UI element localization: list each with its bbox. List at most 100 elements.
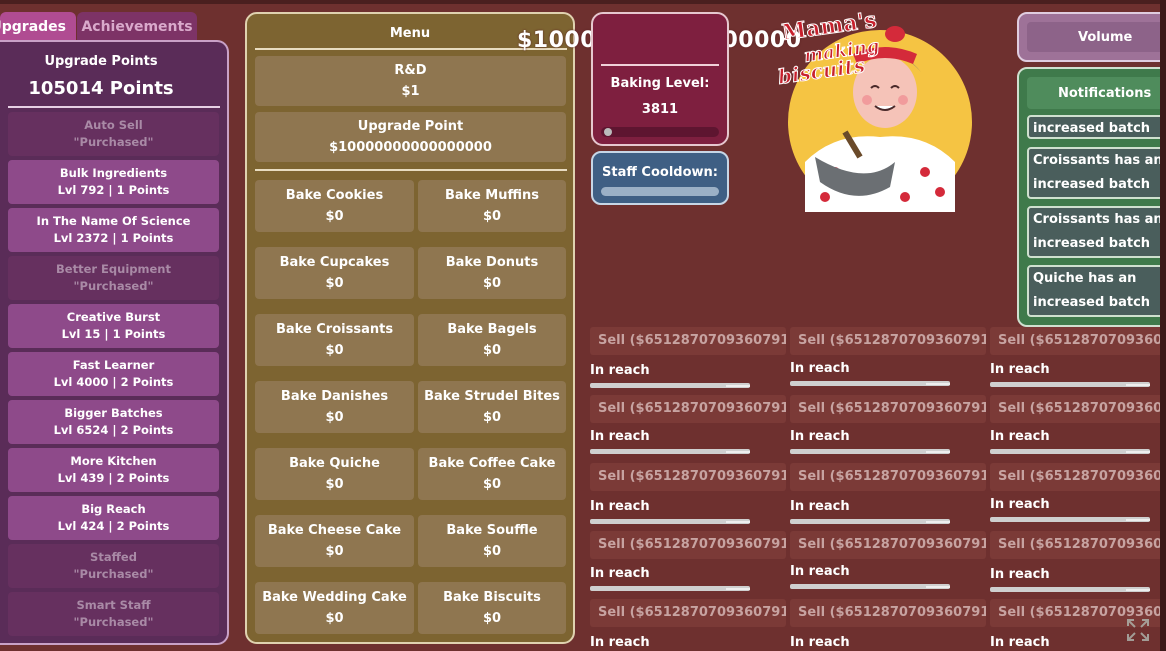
- staff-cooldown-bar: [601, 187, 719, 196]
- tab-achievements[interactable]: Achievements: [77, 12, 197, 42]
- upgrade-card: Staffed "Purchased": [8, 544, 219, 588]
- upgrade-name: Staffed: [90, 550, 137, 564]
- upgrade-name: Big Reach: [81, 502, 146, 516]
- upgrade-points-title: Upgrade Points: [44, 54, 158, 69]
- reach-progress-marker: [726, 451, 750, 453]
- baking-level-value: 3811: [641, 102, 679, 117]
- notification-line1: Croissants has an: [1033, 212, 1163, 227]
- bake-label: Bake Wedding Cake: [262, 590, 407, 605]
- bake-button[interactable]: Bake Souffle $0: [418, 515, 566, 567]
- bake-button[interactable]: Bake Bagels $0: [418, 314, 566, 366]
- sell-button[interactable]: Sell ($65128707093607917): [790, 395, 986, 423]
- in-reach-status: In reach: [790, 499, 850, 514]
- sell-button[interactable]: Sell ($65128707093607917): [990, 327, 1166, 355]
- in-reach-status: In reach: [990, 567, 1050, 582]
- bake-label: Bake Bagels: [447, 322, 537, 337]
- sell-button[interactable]: Sell ($65128707093607917): [790, 327, 986, 355]
- bake-label: Bake Muffins: [444, 188, 539, 203]
- bake-button[interactable]: Bake Quiche $0: [255, 448, 414, 500]
- upgrade-card[interactable]: Fast Learner Lvl 4000 | 2 Points: [8, 352, 219, 396]
- upgrade-detail: Lvl 2372 | 1 Points: [53, 231, 174, 245]
- reach-progress-bar: [590, 519, 750, 525]
- bake-price: $0: [325, 544, 344, 559]
- rd-label: R&D: [394, 63, 427, 78]
- bake-label: Bake Coffee Cake: [428, 456, 556, 471]
- upgrade-divider: [8, 106, 220, 108]
- bake-button[interactable]: Bake Croissants $0: [255, 314, 414, 366]
- bake-button[interactable]: Bake Muffins $0: [418, 180, 566, 232]
- sell-button[interactable]: Sell ($65128707093607917): [590, 327, 786, 355]
- bake-price: $0: [325, 209, 344, 224]
- upgrade-name: More Kitchen: [70, 454, 157, 468]
- upgrade-points-value: 105014 Points: [28, 78, 174, 99]
- upgrade-name: Creative Burst: [66, 310, 161, 324]
- bake-price: $0: [482, 209, 502, 224]
- sell-button[interactable]: Sell ($65128707093607917): [590, 463, 786, 491]
- reach-progress-bar: [790, 519, 950, 525]
- staff-cooldown-label: Staff Cooldown:: [602, 165, 718, 180]
- sell-button[interactable]: Sell ($65128707093607917): [790, 463, 986, 491]
- reach-progress-marker: [1126, 519, 1150, 521]
- fullscreen-expand-icon[interactable]: [1125, 617, 1151, 643]
- sell-button[interactable]: Sell ($65128707093607917): [590, 599, 786, 627]
- reach-progress-marker: [726, 521, 750, 523]
- reach-progress-marker: [926, 383, 950, 385]
- bake-button[interactable]: Bake Biscuits $0: [418, 582, 566, 634]
- reach-progress-marker: [926, 586, 950, 588]
- baking-progress-fill: [604, 128, 612, 136]
- reach-progress-bar: [790, 381, 950, 387]
- upgrade-card[interactable]: Bigger Batches Lvl 6524 | 2 Points: [8, 400, 219, 444]
- in-reach-status: In reach: [790, 564, 850, 579]
- bake-button[interactable]: Bake Cheese Cake $0: [255, 515, 414, 567]
- notification-line2: increased batch: [1033, 121, 1151, 136]
- sell-button[interactable]: Sell ($65128707093607917): [990, 463, 1166, 491]
- logo-cheek-right: [898, 95, 908, 105]
- bake-label: Bake Donuts: [445, 255, 539, 270]
- notification-line2: increased batch: [1033, 177, 1151, 192]
- volume-button[interactable]: Volume: [1027, 22, 1166, 52]
- bake-button[interactable]: Bake Cookies $0: [255, 180, 414, 232]
- bake-button[interactable]: Bake Cupcakes $0: [255, 247, 414, 299]
- notification-line1: Quiche has an: [1033, 271, 1137, 286]
- upgrade-card[interactable]: More Kitchen Lvl 439 | 2 Points: [8, 448, 219, 492]
- sell-button[interactable]: Sell ($65128707093607917): [990, 395, 1166, 423]
- tab-upgrades[interactable]: Upgrades: [0, 12, 76, 42]
- reach-progress-bar: [590, 383, 750, 389]
- upgrade-card[interactable]: Creative Burst Lvl 15 | 1 Points: [8, 304, 219, 348]
- baking-progress-bar: [601, 127, 719, 137]
- rd-button[interactable]: R&D $1: [255, 56, 566, 106]
- upgrade-card[interactable]: In The Name Of Science Lvl 2372 | 1 Point…: [8, 208, 219, 252]
- in-reach-status: In reach: [990, 362, 1050, 377]
- reach-progress-bar: [590, 449, 750, 455]
- bake-price: $0: [482, 544, 502, 559]
- sell-button[interactable]: Sell ($65128707093607917): [590, 395, 786, 423]
- bake-button[interactable]: Bake Wedding Cake $0: [255, 582, 414, 634]
- bake-button[interactable]: Bake Coffee Cake $0: [418, 448, 566, 500]
- bake-label: Bake Biscuits: [443, 590, 541, 605]
- in-reach-status: In reach: [790, 429, 850, 444]
- sell-button[interactable]: Sell ($65128707093607917): [590, 531, 786, 559]
- bake-label: Bake Quiche: [289, 456, 380, 471]
- bake-button[interactable]: Bake Strudel Bites $0: [418, 381, 566, 433]
- in-reach-status: In reach: [990, 497, 1050, 512]
- upgrade-point-price: $10000000000000000: [329, 140, 492, 155]
- sell-button[interactable]: Sell ($65128707093607917): [790, 599, 986, 627]
- in-reach-status: In reach: [590, 635, 650, 650]
- upgrade-detail: Lvl 792 | 1 Points: [57, 183, 170, 197]
- in-reach-status: In reach: [790, 635, 850, 650]
- notifications-button[interactable]: Notifications: [1027, 77, 1166, 109]
- bake-button[interactable]: Bake Danishes $0: [255, 381, 414, 433]
- upgrade-point-button[interactable]: Upgrade Point $10000000000000000: [255, 112, 566, 162]
- reach-progress-marker: [1126, 451, 1150, 453]
- upgrade-name: Smart Staff: [76, 598, 151, 612]
- upgrade-name: Bulk Ingredients: [59, 166, 168, 180]
- rd-price: $1: [401, 84, 420, 99]
- upgrade-card: Better Equipment "Purchased": [8, 256, 219, 300]
- bake-button[interactable]: Bake Donuts $0: [418, 247, 566, 299]
- sell-button[interactable]: Sell ($65128707093607917): [990, 531, 1166, 559]
- baking-level-label: Baking Level:: [610, 76, 710, 91]
- bake-price: $0: [325, 477, 344, 492]
- upgrade-card[interactable]: Big Reach Lvl 424 | 2 Points: [8, 496, 219, 540]
- upgrade-card[interactable]: Bulk Ingredients Lvl 792 | 1 Points: [8, 160, 219, 204]
- sell-button[interactable]: Sell ($65128707093607917): [790, 531, 986, 559]
